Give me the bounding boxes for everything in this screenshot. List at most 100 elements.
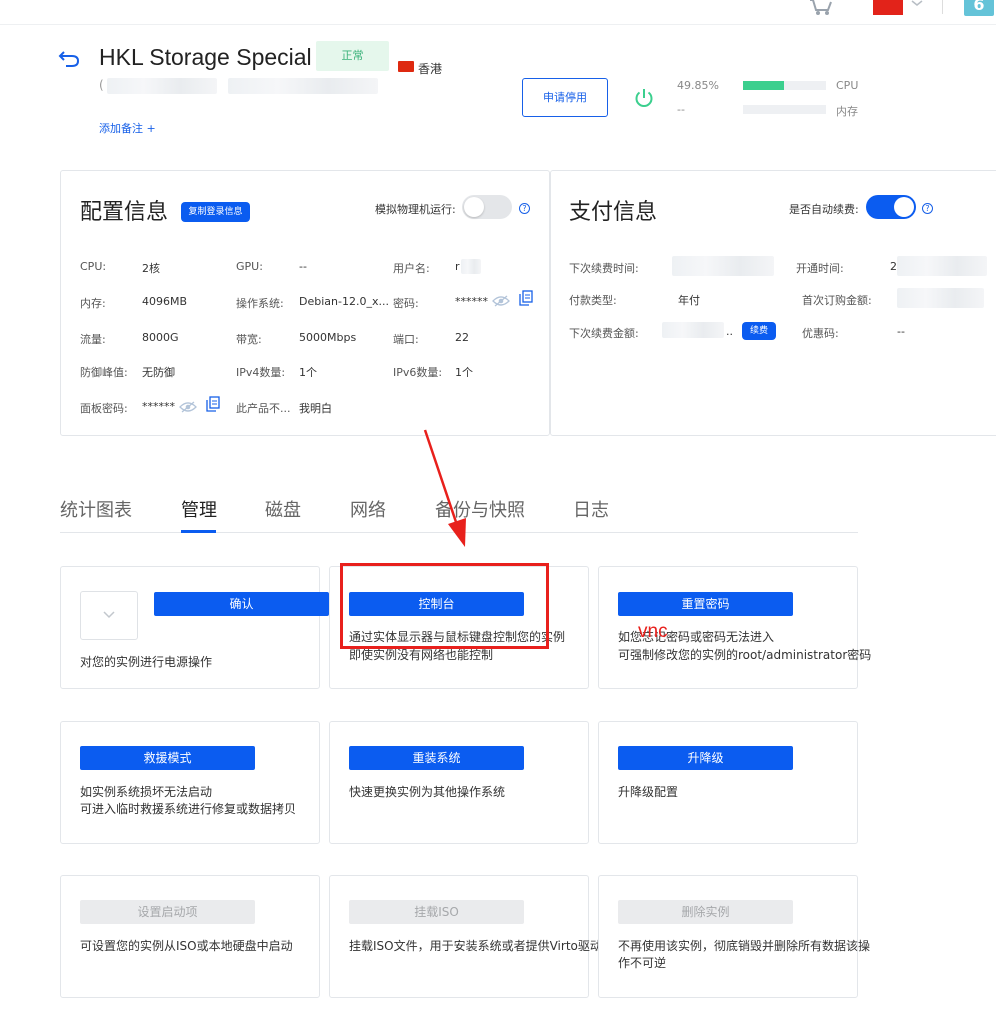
auto-renew-label: 是否自动续费: [789,203,859,216]
cpu-bar-fill [743,81,785,90]
gpu-value: -- [299,260,307,273]
redacted-ip [107,78,217,94]
delete-instance-button[interactable]: 删除实例 [618,900,793,924]
redacted-renew-time [672,256,774,276]
power-icon [635,89,653,107]
bandwidth-label: 带宽: [236,333,262,346]
username-value: r [455,260,460,273]
tab-stats[interactable]: 统计图表 [60,496,132,522]
traffic-value: 8000G [142,331,179,344]
tab-network[interactable]: 网络 [350,496,386,522]
memory-label: 内存: [80,297,106,310]
physical-mode-toggle[interactable] [462,195,512,219]
redacted-ip-2 [228,78,378,94]
tab-active-indicator [181,530,216,533]
annotation-highlight-box [340,563,549,649]
redacted-open-time [897,256,987,276]
reinstall-desc: 快速更换实例为其他操作系统 [349,785,506,799]
help-icon[interactable]: ? [519,203,530,214]
redacted-next-amount [662,322,724,338]
ip-bracket: ( [99,78,104,92]
rescue-desc-1: 如实例系统损坏无法启动 [80,785,213,799]
hk-flag-icon [398,61,414,72]
memory-value: 4096MB [142,295,188,308]
reset-password-button[interactable]: 重置密码 [618,592,793,616]
coupon-value: -- [897,325,905,338]
reset-password-desc-2: 可强制修改您的实例的root/administrator密码 [618,648,872,662]
payment-title: 支付信息 [569,200,658,225]
avatar[interactable] [873,0,903,15]
notice-label: 此产品不... [236,402,291,415]
copy-login-button[interactable]: 复制登录信息 [181,202,250,222]
next-amount-label: 下次续费金额: [569,327,639,340]
eye-hidden-icon[interactable] [179,401,197,413]
tab-disk[interactable]: 磁盘 [265,496,301,522]
iso-desc: 挂载ISO文件，用于安装系统或者提供Virto驱动 [349,939,602,953]
suspend-button[interactable]: 申请停用 [522,78,608,117]
cpu-value: 2核 [142,262,160,275]
notification-badge[interactable]: 6 [964,0,994,16]
cpu-percent: 49.85% [677,79,719,92]
help-icon[interactable]: ? [922,203,933,214]
status-badge: 正常 [316,41,389,71]
ipv4-value: 1个 [299,366,317,379]
ipv6-value: 1个 [455,366,473,379]
redacted-first-order [897,288,984,308]
mem-bar [743,105,826,114]
bandwidth-value: 5000Mbps [299,331,357,344]
add-note-link[interactable]: 添加备注 + [99,120,156,136]
os-label: 操作系统: [236,297,284,310]
pay-type-value: 年付 [678,294,700,307]
copy-icon[interactable] [519,290,533,306]
next-amount-value: .. [726,325,733,338]
back-arrow-icon[interactable] [58,48,80,68]
gpu-label: GPU: [236,260,263,273]
ipv4-label: IPv4数量: [236,366,286,379]
username-label: 用户名: [393,262,430,275]
annotation-arrow-icon [423,429,466,547]
traffic-label: 流量: [80,333,106,346]
chevron-down-icon[interactable] [910,0,924,8]
upgrade-desc: 升降级配置 [618,785,679,799]
panel-password-value: ****** [142,400,175,413]
boot-button[interactable]: 设置启动项 [80,900,255,924]
notice-value: 我明白 [299,402,332,415]
delete-desc-2: 作不可逆 [618,956,667,970]
open-time-label: 开通时间: [796,262,844,275]
topbar-separator [942,0,943,14]
reinstall-button[interactable]: 重装系统 [349,746,524,770]
upgrade-button[interactable]: 升降级 [618,746,793,770]
ddos-label: 防御峰值: [80,366,128,379]
mem-percent: -- [677,103,685,116]
tab-logs[interactable]: 日志 [573,496,609,522]
first-order-label: 首次订购金额: [802,294,872,307]
rescue-button[interactable]: 救援模式 [80,746,255,770]
mem-label: 内存 [836,105,858,118]
ipv6-label: IPv6数量: [393,366,443,379]
ddos-value: 无防御 [142,366,175,379]
coupon-label: 优惠码: [802,327,839,340]
chevron-down-icon [103,611,115,619]
cart-icon[interactable] [808,0,834,16]
renew-button[interactable]: 续费 [742,322,776,340]
port-value: 22 [455,331,469,344]
copy-icon[interactable] [206,396,220,412]
delete-desc-1: 不再使用该实例，彻底销毁并删除所有数据该操 [618,939,871,953]
port-label: 端口: [393,333,419,346]
cpu-label: CPU [836,79,859,92]
panel-password-label: 面板密码: [80,402,128,415]
boot-desc: 可设置您的实例从ISO或本地硬盘中启动 [80,939,293,953]
rescue-desc-2: 可进入临时救援系统进行修复或数据拷贝 [80,802,297,816]
eye-hidden-icon[interactable] [492,295,510,307]
annotation-vnc-label: vnc [638,621,668,642]
cpu-label-field: CPU: [80,260,107,273]
mount-iso-button[interactable]: 挂载ISO [349,900,524,924]
open-time-value: 2 [890,260,897,273]
cpu-bar [743,81,826,90]
pay-type-label: 付款类型: [569,294,617,307]
top-divider [0,24,996,25]
password-value: ****** [455,295,488,308]
auto-renew-toggle[interactable] [866,195,916,219]
power-confirm-button[interactable]: 确认 [154,592,329,616]
tab-manage[interactable]: 管理 [181,496,217,522]
